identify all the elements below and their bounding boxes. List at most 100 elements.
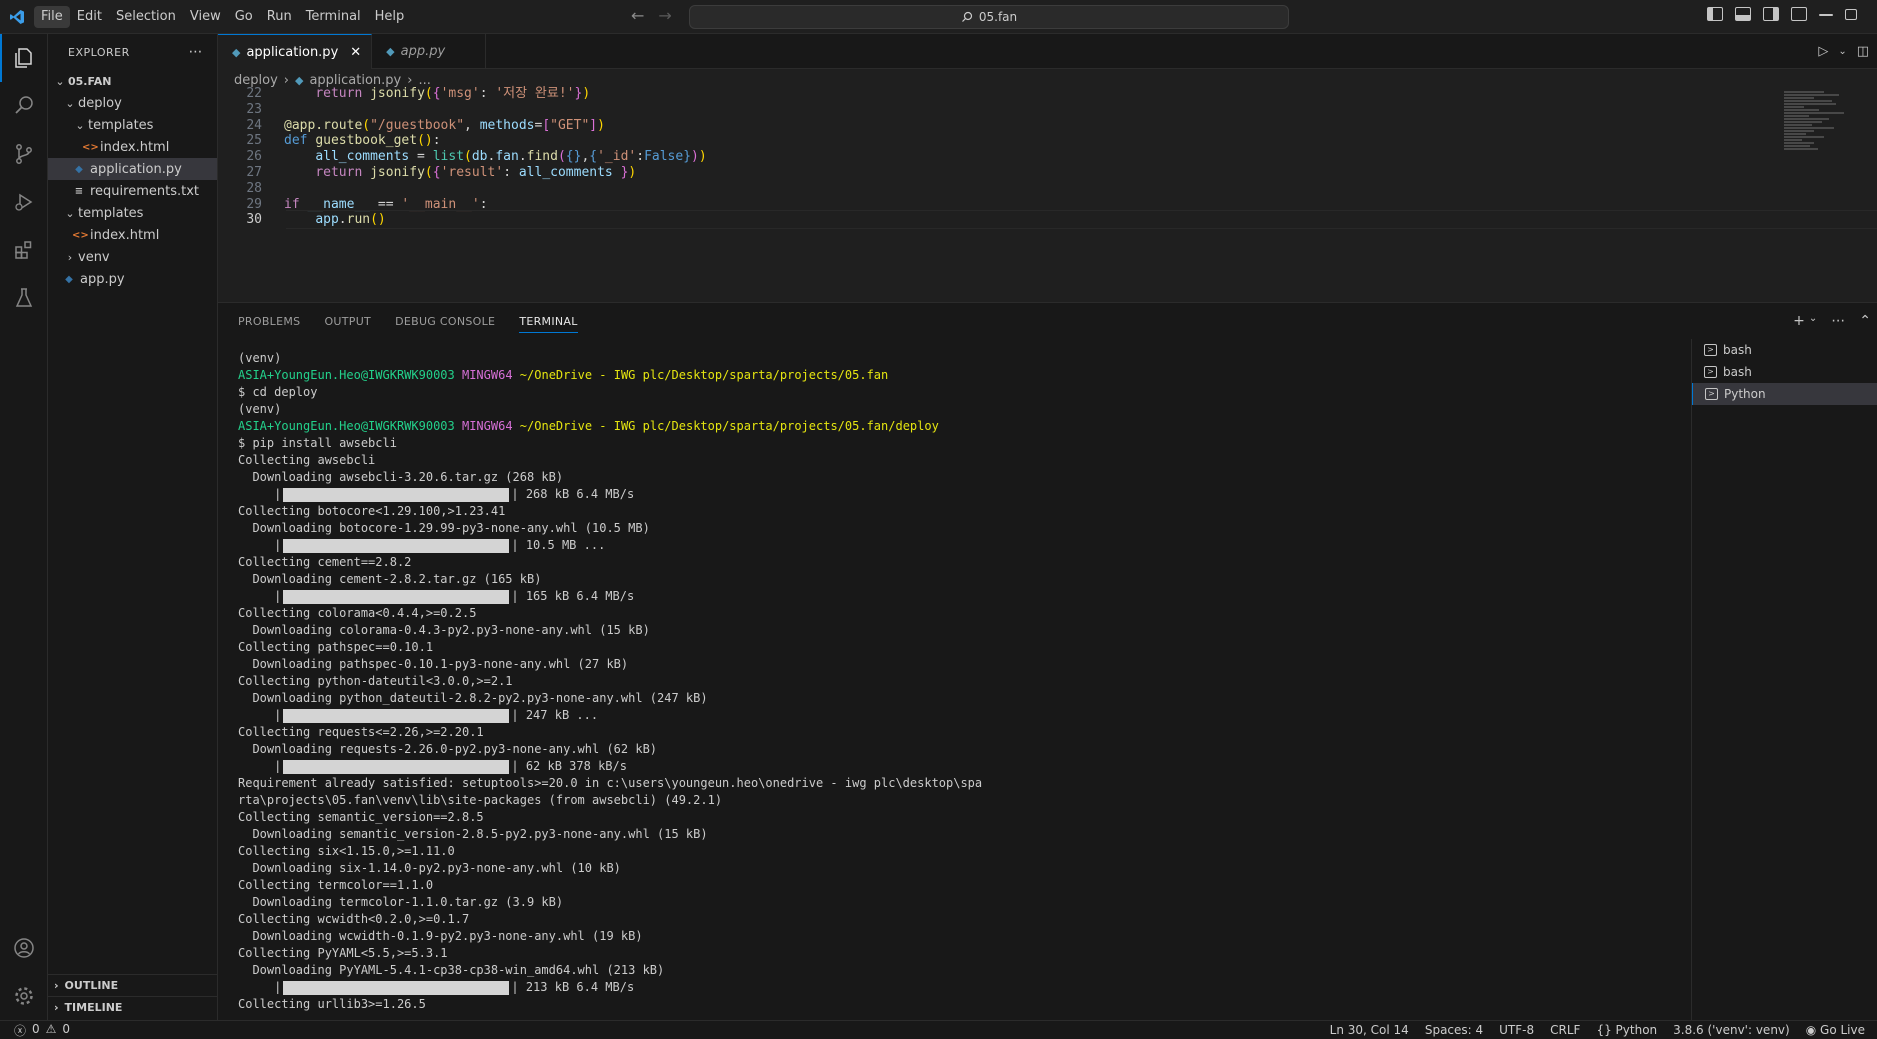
- search-icon[interactable]: [0, 82, 48, 130]
- terminal-line: | | 10.5 MB ...: [238, 538, 606, 553]
- more-actions-icon[interactable]: ⋯: [189, 44, 204, 60]
- minimap-line: [1784, 145, 1810, 147]
- terminal-line: (venv): [238, 402, 282, 416]
- settings-gear-icon[interactable]: [0, 972, 48, 1020]
- restore-icon[interactable]: [1845, 9, 1857, 20]
- terminal-line: Downloading botocore-1.29.99-py3-none-an…: [238, 521, 650, 535]
- menu-edit[interactable]: Edit: [70, 6, 109, 28]
- command-center-search[interactable]: 05.fan: [689, 5, 1289, 29]
- vscode-logo-icon: [0, 0, 34, 34]
- problems-status[interactable]: ⓧ 0 ⚠ 0: [0, 1022, 70, 1039]
- menu-selection[interactable]: Selection: [109, 6, 183, 28]
- broadcast-icon: ◉: [1805, 1023, 1817, 1037]
- toggle-panel-icon[interactable]: [1735, 7, 1751, 21]
- go-live-button[interactable]: ◉ Go Live: [1806, 1023, 1865, 1037]
- panel-tab-output[interactable]: OUTPUT: [324, 315, 371, 328]
- tree-item[interactable]: ⌄ templates: [48, 114, 217, 136]
- cursor-position[interactable]: Ln 30, Col 14: [1330, 1023, 1409, 1037]
- terminal-icon: >: [1705, 388, 1718, 400]
- progress-bar: [283, 538, 510, 553]
- tab-app-py[interactable]: ◆ app.py: [372, 34, 487, 69]
- account-icon[interactable]: [0, 924, 48, 972]
- extensions-icon[interactable]: [0, 226, 48, 274]
- terminal-instance-label: bash: [1723, 365, 1752, 379]
- run-python-file-icon[interactable]: ▷: [1818, 44, 1828, 59]
- tree-item[interactable]: ◆ application.py: [48, 158, 217, 180]
- testing-flask-icon[interactable]: [0, 274, 48, 322]
- tree-item[interactable]: <> index.html: [48, 136, 217, 158]
- status-bar: ⓧ 0 ⚠ 0 Ln 30, Col 14 Spaces: 4 UTF-8 CR…: [0, 1020, 1877, 1039]
- terminal-line: Collecting awsebcli: [238, 453, 376, 467]
- python-interpreter[interactable]: 3.8.6 ('venv': venv): [1673, 1023, 1790, 1037]
- terminal-instance[interactable]: > bash: [1692, 339, 1877, 361]
- terminal-line: | | 165 kB 6.4 MB/s: [238, 589, 635, 604]
- tree-item[interactable]: ⌄ templates: [48, 202, 217, 224]
- back-arrow-icon[interactable]: ←: [631, 6, 644, 25]
- new-terminal-plus-icon[interactable]: +: [1793, 313, 1805, 329]
- braces-icon: {}: [1596, 1023, 1612, 1037]
- toggle-secondary-sidebar-icon[interactable]: [1763, 7, 1779, 21]
- run-debug-icon[interactable]: [0, 178, 48, 226]
- tree-item-label: venv: [78, 249, 110, 265]
- tree-item[interactable]: › venv: [48, 246, 217, 268]
- source-control-icon[interactable]: [0, 130, 48, 178]
- panel-tab-terminal[interactable]: TERMINAL: [519, 315, 578, 333]
- terminal-instance[interactable]: > bash: [1692, 361, 1877, 383]
- customize-layout-icon[interactable]: [1791, 7, 1807, 21]
- progress-bar: [283, 487, 510, 502]
- menu-run[interactable]: Run: [260, 6, 299, 28]
- terminal-instance-label: Python: [1724, 387, 1766, 401]
- minimap-line: [1784, 133, 1806, 135]
- tree-item[interactable]: ≡ requirements.txt: [48, 180, 217, 202]
- terminal-icon: >: [1704, 366, 1717, 378]
- panel-actions: + ⌄ ⋯ ⌃: [1793, 313, 1877, 329]
- minimize-icon[interactable]: [1819, 14, 1833, 16]
- workspace-root[interactable]: ⌄ 05.FAN: [48, 70, 217, 92]
- terminal-line: $ pip install awsebcli: [238, 436, 397, 450]
- explorer-icon[interactable]: [0, 34, 48, 82]
- code-text: return jsonify({'result': all_comments }…: [315, 165, 637, 180]
- minimap-line: [1784, 97, 1814, 99]
- more-actions-icon[interactable]: ⋯: [1831, 313, 1845, 329]
- terminal-instance[interactable]: > Python: [1692, 383, 1877, 405]
- minimap-line: [1784, 103, 1836, 105]
- minimap[interactable]: [1784, 91, 1844, 151]
- python-file-icon: ◆: [386, 45, 395, 58]
- indentation[interactable]: Spaces: 4: [1425, 1023, 1483, 1037]
- forward-arrow-icon[interactable]: →: [658, 6, 671, 25]
- line-number: 30: [246, 212, 262, 228]
- outline-section[interactable]: › OUTLINE: [48, 974, 218, 996]
- timeline-section[interactable]: › TIMELINE: [48, 996, 218, 1018]
- terminal-line: Downloading PyYAML-5.4.1-cp38-cp38-win_a…: [238, 963, 665, 977]
- language-label: Python: [1615, 1023, 1658, 1037]
- split-editor-icon[interactable]: ◫: [1857, 44, 1869, 59]
- menu-file[interactable]: File: [34, 5, 70, 28]
- chevron-down-icon[interactable]: ⌄: [1838, 46, 1846, 57]
- menu-go[interactable]: Go: [228, 6, 260, 28]
- title-bar: File Edit Selection View Go Run Terminal Help ←…: [0, 0, 1877, 34]
- terminal-output[interactable]: (venv) ASIA+YoungEun.Heo@IWGKRWK90003 MIN…: [238, 350, 1428, 1021]
- tree-item[interactable]: ◆ app.py: [48, 268, 217, 290]
- menu-help[interactable]: Help: [368, 6, 412, 28]
- minimap-line: [1784, 148, 1818, 150]
- end-of-line[interactable]: CRLF: [1550, 1023, 1580, 1037]
- tree-item-label: application.py: [90, 161, 182, 177]
- chevron-down-icon[interactable]: ⌄: [1809, 313, 1817, 329]
- toggle-primary-sidebar-icon[interactable]: [1707, 7, 1723, 21]
- encoding[interactable]: UTF-8: [1499, 1023, 1534, 1037]
- tab-application-py[interactable]: ◆ application.py ✕: [218, 34, 373, 69]
- close-icon[interactable]: ✕: [350, 45, 361, 60]
- menu-view[interactable]: View: [183, 6, 228, 28]
- prompt-path: ~/OneDrive - IWG plc/Desktop/sparta/proj…: [519, 419, 939, 433]
- progress-bar: [283, 589, 510, 604]
- menu-terminal[interactable]: Terminal: [299, 6, 368, 28]
- tree-item[interactable]: <> index.html: [48, 224, 217, 246]
- panel-tab-debug-console[interactable]: DEBUG CONSOLE: [395, 315, 495, 328]
- code-line[interactable]: 30 app.run(): [218, 210, 1877, 230]
- code-editor[interactable]: 22 return jsonify({'msg': '저장 완료!'}) 23 24…: [218, 86, 1877, 302]
- tree-item[interactable]: ⌄ deploy: [48, 92, 217, 114]
- file-tree: ⌄ deploy ⌄ templates <> index.html ◆ applicatio…: [48, 92, 217, 290]
- maximize-panel-chevron-up-icon[interactable]: ⌃: [1859, 313, 1871, 329]
- language-mode[interactable]: {} Python: [1596, 1023, 1657, 1037]
- panel-tab-problems[interactable]: PROBLEMS: [238, 315, 300, 328]
